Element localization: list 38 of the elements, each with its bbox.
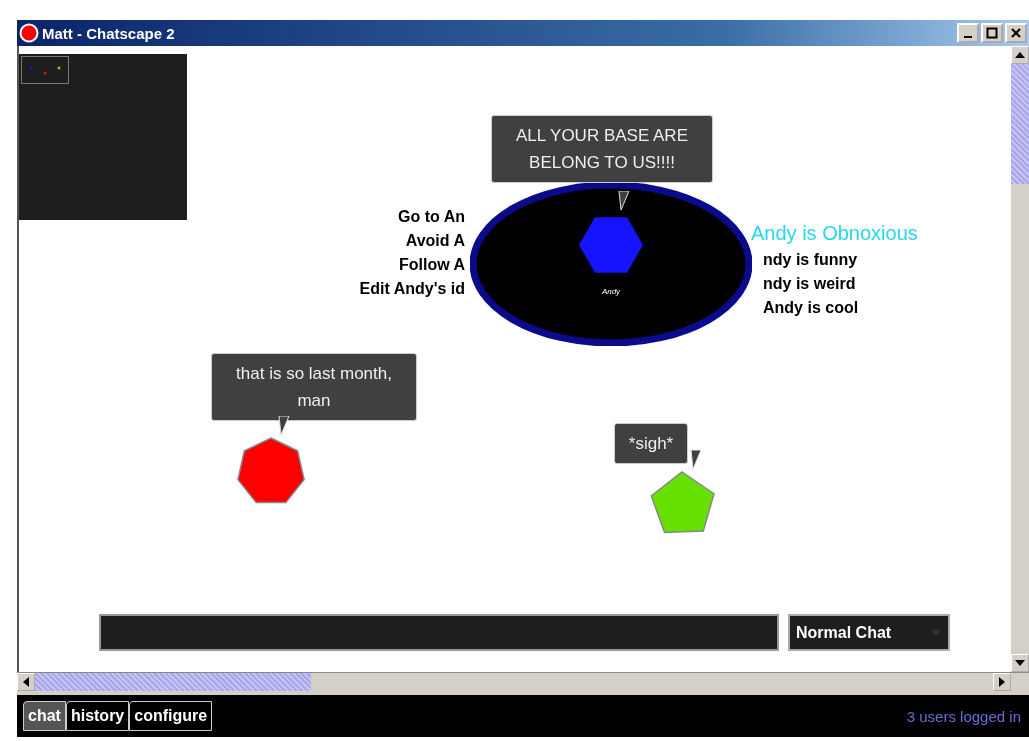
tab[interactable]: chat: [23, 701, 66, 731]
horizontal-scrollbar[interactable]: [17, 672, 1029, 691]
menu-comment[interactable]: ndy is funny: [759, 248, 918, 272]
close-button[interactable]: [1005, 23, 1027, 43]
speech-bubble: *sigh*: [614, 423, 688, 464]
menu-action[interactable]: Edit Andy's id: [359, 277, 465, 301]
vertical-scrollbar[interactable]: [1011, 46, 1029, 672]
chat-input-field[interactable]: [99, 614, 779, 651]
app-icon: [19, 23, 39, 43]
maximize-button[interactable]: [981, 23, 1003, 43]
minimize-icon: [964, 36, 972, 38]
speech-bubble: ALL YOUR BASE ARE BELONG TO US!!!!: [491, 115, 713, 183]
bubble-tail-icon: [689, 450, 703, 470]
menu-action[interactable]: Follow A: [398, 253, 465, 277]
menu-action[interactable]: Go to An: [398, 205, 465, 229]
scroll-thumb[interactable]: [35, 673, 311, 691]
tab[interactable]: configure: [129, 701, 213, 731]
scroll-thumb[interactable]: [1011, 64, 1029, 184]
minimap-viewport[interactable]: [21, 56, 69, 84]
speech-bubble: that is so last month, man: [211, 353, 417, 421]
status-text: 3 users logged in: [906, 707, 1021, 725]
menu-comment[interactable]: ndy is weird: [759, 272, 918, 296]
right-arrow-icon: [999, 677, 1005, 687]
down-arrow-icon: [1015, 660, 1025, 666]
tab[interactable]: history: [65, 701, 130, 731]
minimize-button[interactable]: [957, 23, 979, 43]
menu-comment[interactable]: Andy is cool: [759, 296, 918, 320]
maximize-icon: [986, 27, 998, 39]
up-arrow-icon: [1015, 52, 1025, 58]
left-arrow-icon: [23, 677, 29, 687]
minimap-dots-drawing: [29, 65, 61, 75]
bubble-tail-icon: [617, 191, 631, 211]
chat-mode-dropdown[interactable]: Normal Chat: [788, 614, 950, 651]
bubble-tail-icon: [277, 416, 291, 436]
menu-action[interactable]: Avoid A: [405, 229, 465, 253]
user-name: Andy: [600, 287, 622, 296]
window-title: Matt - Chatscape 2: [42, 24, 176, 42]
close-icon: [1010, 27, 1022, 39]
